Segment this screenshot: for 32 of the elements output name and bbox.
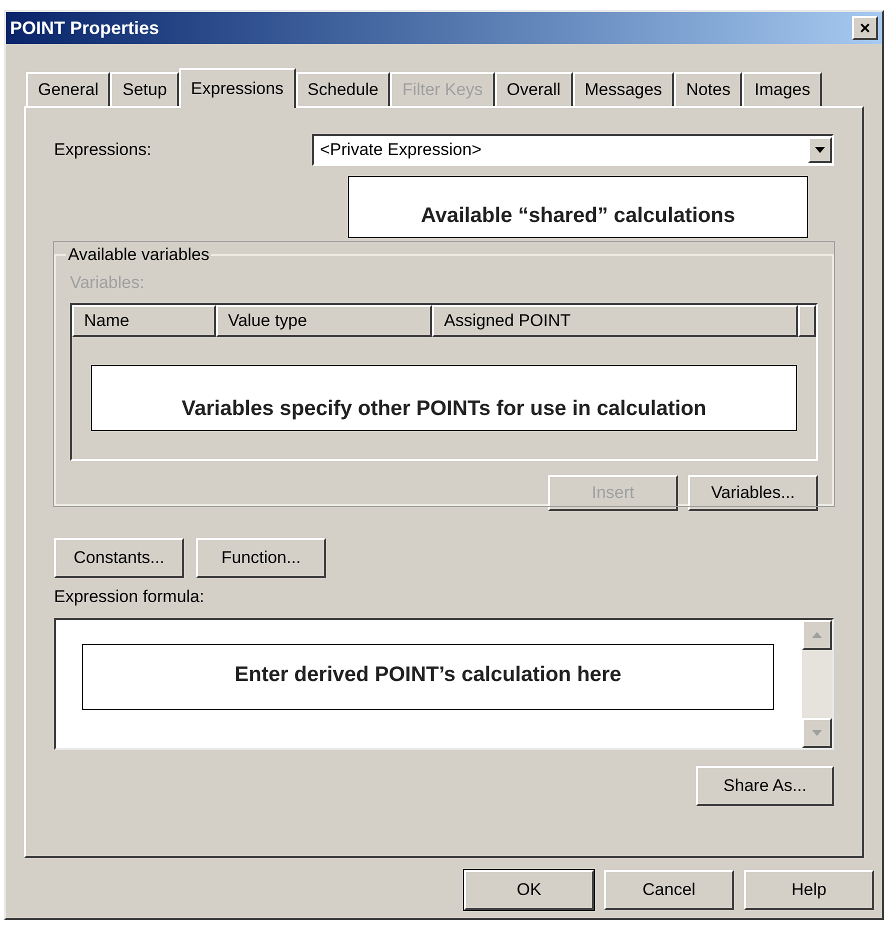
dialog-button[interactable]: Cancel xyxy=(604,870,734,910)
expression-dropdown[interactable]: <Private Expression> xyxy=(312,134,834,166)
variables-list[interactable]: Name Value type Assigned POINT Variables specify other POINTs for use in calculation xyxy=(70,303,818,461)
scroll-down-icon[interactable] xyxy=(802,718,832,748)
column-header[interactable]: Name xyxy=(72,305,216,337)
dialog-button[interactable]: Share As... xyxy=(696,766,834,806)
close-button[interactable]: × xyxy=(852,16,878,40)
formula-field[interactable]: Enter derived POINT’s calculation here xyxy=(54,618,834,750)
annotation-callout: Enter derived POINT’s calculation here xyxy=(82,644,774,710)
annotation-callout: Available “shared” calculations xyxy=(348,176,808,238)
scroll-up-icon[interactable] xyxy=(802,620,832,650)
tab[interactable]: Messages xyxy=(572,72,674,106)
tab[interactable]: General xyxy=(26,72,110,106)
scrollbar[interactable] xyxy=(802,620,832,748)
field-label: Expression formula: xyxy=(54,586,206,608)
tab[interactable]: Expressions xyxy=(178,68,296,108)
dialog-button[interactable]: Help xyxy=(744,870,874,910)
group-title: Available variables xyxy=(67,244,210,266)
column-header[interactable]: Assigned POINT xyxy=(432,305,798,337)
dialog-button[interactable]: Variables... xyxy=(688,475,818,511)
tab[interactable]: Notes xyxy=(674,72,742,106)
dialog-button[interactable]: Function... xyxy=(196,538,326,578)
field-label: Expressions: xyxy=(54,139,152,162)
dialog-button[interactable]: OK xyxy=(464,870,594,910)
tab[interactable]: Schedule xyxy=(296,72,390,106)
tab[interactable]: Images xyxy=(742,72,822,106)
column-header[interactable] xyxy=(798,305,816,337)
tab[interactable]: Overall xyxy=(494,72,573,106)
dialog-button[interactable]: Constants... xyxy=(54,538,184,578)
annotation-callout: Variables specify other POINTs for use in calculation xyxy=(91,365,797,431)
column-header[interactable]: Value type xyxy=(216,305,432,337)
window-title: POINT Properties xyxy=(10,16,160,40)
